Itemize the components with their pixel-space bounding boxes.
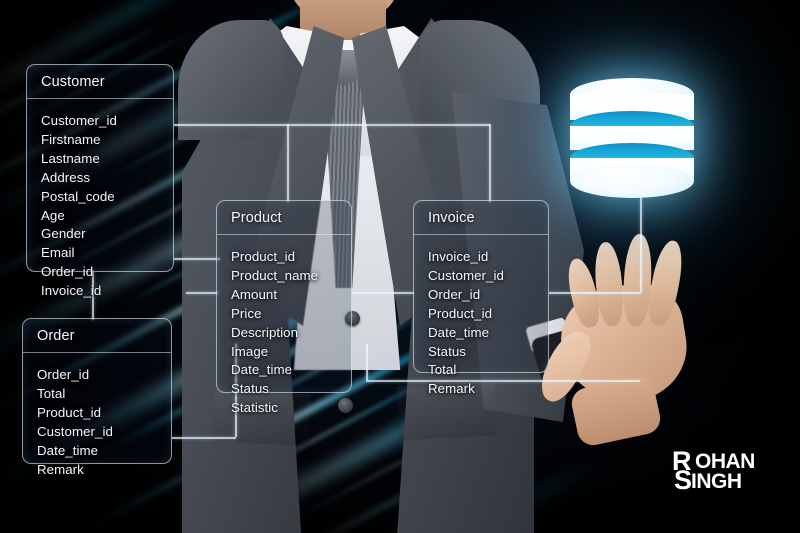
field-item: Invoice_id	[428, 249, 489, 264]
entity-title-customer: Customer	[27, 65, 173, 99]
field-item: Order_id	[37, 367, 90, 382]
field-item: Total	[428, 362, 457, 378]
field-item: Order_id	[428, 286, 481, 302]
field-item: Statistic	[231, 400, 279, 416]
field-item: Customer_id	[41, 113, 117, 128]
screenshot-stage: Customer Customer_id Firstname Lastname …	[0, 0, 800, 533]
suit-shoulder-left	[178, 20, 284, 140]
database-disc-bottom	[570, 164, 694, 198]
open-hand	[532, 232, 715, 449]
entity-fields-product: Product_id Product_name Amount Price Des…	[217, 235, 351, 429]
field-item: Firstname	[41, 131, 101, 147]
field-item: Product_id	[231, 249, 296, 264]
field-item: Total	[37, 385, 66, 401]
field-item: Lastname	[41, 150, 100, 166]
entity-fields-customer: Customer_id Firstname Lastname Address P…	[27, 99, 173, 312]
field-item: Invoice_id	[41, 283, 102, 299]
entity-box-order[interactable]: Order Order_id Total Product_id Customer…	[22, 318, 172, 477]
entity-title-order: Order	[23, 319, 171, 353]
field-item: Date_time	[428, 324, 490, 340]
field-item: Amount	[231, 286, 278, 302]
field-item: Postal_code	[41, 188, 115, 204]
field-item: Order_id	[41, 264, 94, 280]
field-item: Product_id	[37, 404, 102, 420]
field-item: Product_name	[231, 267, 319, 283]
field-item: Gender	[41, 226, 86, 242]
entity-box-product[interactable]: Product Product_id Product_name Amount P…	[216, 200, 352, 415]
field-item: Price	[231, 305, 262, 321]
watermark-logo: R S OHAN INGH	[672, 443, 782, 505]
entity-title-invoice: Invoice	[414, 201, 548, 235]
entity-box-customer[interactable]: Customer Customer_id Firstname Lastname …	[26, 64, 174, 298]
field-item: Customer_id	[428, 267, 504, 283]
entity-fields-invoice: Invoice_id Customer_id Order_id Product_…	[414, 235, 548, 410]
field-item: Customer_id	[37, 423, 113, 439]
field-item: Email	[41, 245, 75, 261]
field-item: Description	[231, 324, 299, 340]
field-item: Age	[41, 207, 65, 223]
field-item: Image	[231, 343, 269, 359]
entity-box-invoice[interactable]: Invoice Invoice_id Customer_id Order_id …	[413, 200, 549, 396]
field-item: Status	[428, 343, 466, 359]
field-item: Remark	[37, 461, 84, 477]
watermark-line2: INGH	[691, 470, 742, 493]
watermark-monogram-s: S	[674, 465, 693, 495]
database-cylinder-icon	[570, 78, 694, 200]
entity-title-product: Product	[217, 201, 351, 235]
field-item: Status	[231, 381, 269, 397]
entity-fields-order: Order_id Total Product_id Customer_id Da…	[23, 353, 171, 490]
field-item: Remark	[428, 381, 475, 397]
watermark-line1: OHAN	[695, 450, 755, 473]
field-item: Address	[41, 169, 91, 185]
field-item: Date_time	[231, 362, 293, 378]
field-item: Product_id	[428, 305, 493, 321]
field-item: Date_time	[37, 442, 99, 458]
